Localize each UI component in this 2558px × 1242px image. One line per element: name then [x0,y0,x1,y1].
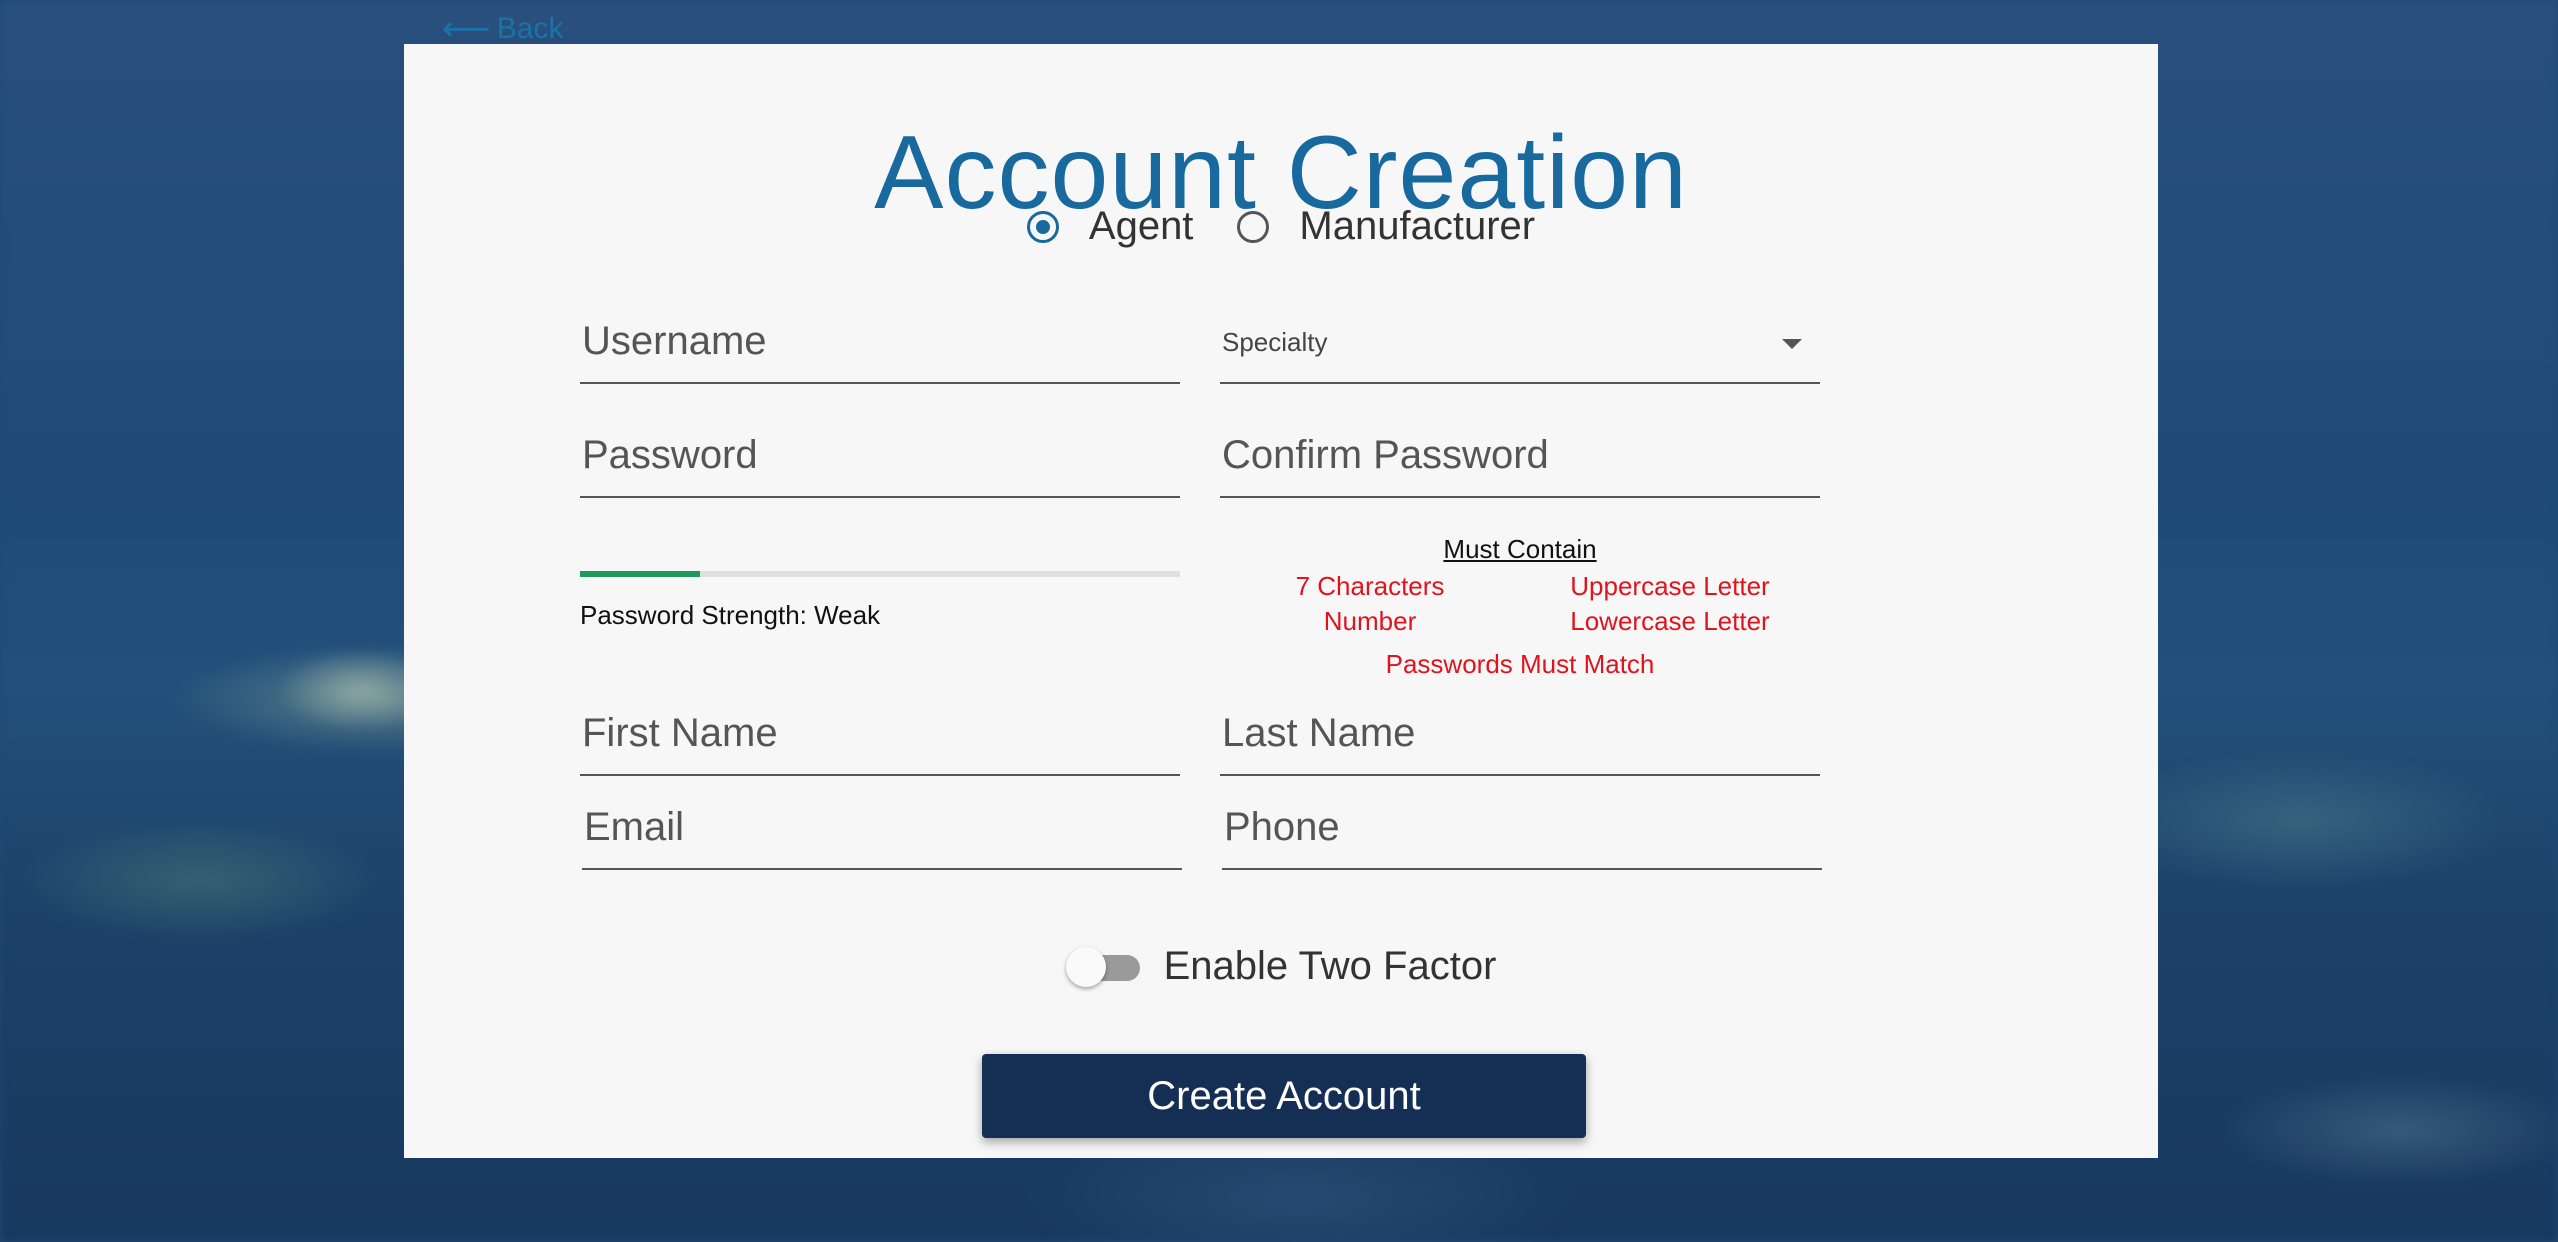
two-factor-label: Enable Two Factor [1163,944,1497,988]
create-account-button[interactable]: Create Account [982,1054,1586,1138]
radio-manufacturer-label: Manufacturer [1299,204,1536,248]
radio-manufacturer[interactable]: Manufacturer [1237,204,1535,249]
last-name-placeholder: Last Name [1222,711,1416,755]
phone-placeholder: Phone [1224,805,1340,849]
dropdown-caret-icon [1782,339,1802,349]
email-field[interactable]: Email [582,788,1182,870]
requirements-list: 7 Characters Uppercase Letter Number Low… [1220,571,1820,637]
username-placeholder: Username [582,319,767,363]
radio-checked-icon[interactable] [1026,210,1059,243]
password-placeholder: Password [582,433,758,477]
password-strength-text: Password Strength: Weak [580,600,881,630]
two-factor-row: Enable Two Factor [404,944,2158,989]
username-field[interactable]: Username [580,302,1180,384]
back-link-label: Back [496,12,564,45]
confirm-password-placeholder: Confirm Password [1222,433,1549,477]
password-strength-fill [580,571,700,577]
password-field[interactable]: Password [580,416,1180,498]
last-name-field[interactable]: Last Name [1220,694,1820,776]
radio-agent-label: Agent [1088,204,1194,248]
requirement-item: Number [1323,606,1417,636]
password-strength-bar [580,571,1180,577]
radio-unchecked-icon[interactable] [1237,210,1270,243]
requirement-passwords-match: Passwords Must Match [1385,649,1655,679]
specialty-select[interactable]: Specialty [1220,302,1820,384]
requirement-item: Uppercase Letter [1570,571,1770,601]
phone-field[interactable]: Phone [1222,788,1822,870]
requirement-item: 7 Characters [1295,571,1445,601]
two-factor-toggle[interactable] [1065,946,1140,987]
password-requirements: Must Contain 7 Characters Uppercase Lett… [1220,534,1820,680]
first-name-field[interactable]: First Name [580,694,1180,776]
confirm-password-field[interactable]: Confirm Password [1220,416,1820,498]
requirement-item: Lowercase Letter [1570,606,1770,636]
specialty-placeholder: Specialty [1222,327,1328,357]
account-creation-card: Account Creation Agent Manufacturer User… [404,44,2158,1158]
account-type-radio-group: Agent Manufacturer [404,204,2158,249]
toggle-knob [1065,946,1106,987]
requirements-title: Must Contain [1443,534,1597,564]
back-link[interactable]: ⟵ Back [442,12,563,46]
first-name-placeholder: First Name [582,711,778,755]
back-arrow-icon: ⟵ [442,10,491,48]
radio-agent[interactable]: Agent [1026,204,1194,249]
email-placeholder: Email [584,805,685,849]
